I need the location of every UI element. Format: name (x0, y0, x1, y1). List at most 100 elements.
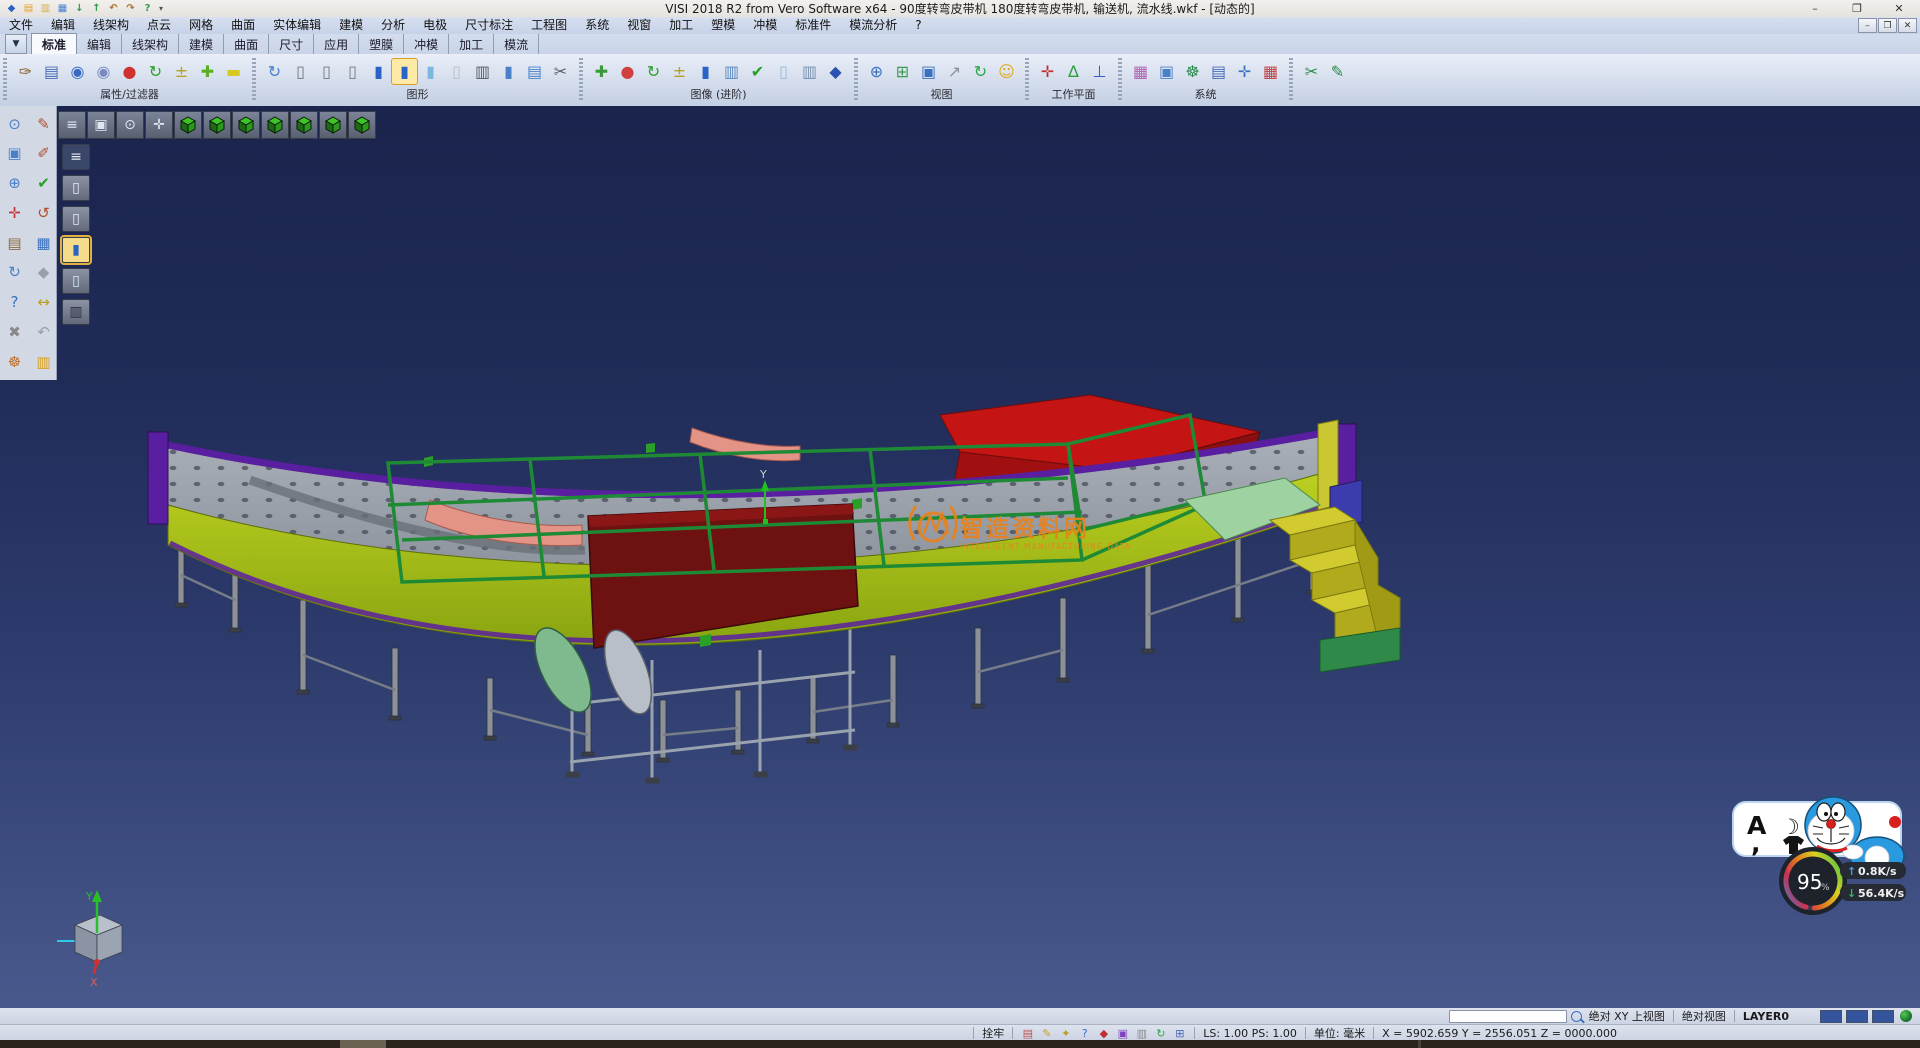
view-top-cube[interactable] (174, 111, 202, 139)
mdi-restore-button[interactable]: ❐ (1878, 18, 1897, 33)
help-question-icon[interactable]: ? (3, 291, 26, 314)
menu-drawing[interactable]: 工程图 (522, 17, 576, 34)
quick-access-dropdown-icon[interactable]: ▾ (155, 4, 167, 13)
selection-config-icon[interactable]: ✛ (1232, 59, 1257, 84)
close-button[interactable]: ✕ (1878, 1, 1920, 17)
regenerate-icon[interactable]: ↻ (3, 261, 26, 284)
view-front-cube[interactable] (232, 111, 260, 139)
toggle-visibility-icon[interactable]: ± (169, 59, 194, 84)
menu-window[interactable]: 视窗 (618, 17, 660, 34)
adv-refresh-icon[interactable]: ↻ (641, 59, 666, 84)
axis-move-icon[interactable]: ✛ (3, 201, 26, 224)
taskbar-edge[interactable] (0, 1040, 1920, 1048)
tab-mold[interactable]: 塑膜 (359, 34, 404, 54)
tab-dropdown-icon[interactable]: ▼ (5, 34, 27, 54)
attr-copy-icon[interactable]: ▤ (39, 59, 64, 84)
snap-rotate-icon[interactable]: ↻ (1153, 1026, 1168, 1040)
toolbar-grip[interactable] (252, 58, 256, 102)
view-menu-icon[interactable]: ≡ (58, 111, 86, 139)
mdi-close-button[interactable]: ✕ (1898, 18, 1917, 33)
open-file-icon[interactable]: ▥ (38, 2, 53, 16)
dashed-hidden-icon[interactable]: ▯ (340, 59, 365, 84)
tab-flow[interactable]: 模流 (494, 34, 539, 54)
menu-mold[interactable]: 塑模 (702, 17, 744, 34)
dynamic-view-icon[interactable]: ⊙ (116, 111, 144, 139)
tab-machining[interactable]: 加工 (449, 34, 494, 54)
color-swatch[interactable] (1820, 1010, 1842, 1023)
menu-mesh[interactable]: 网格 (180, 17, 222, 34)
refresh-visibility-icon[interactable]: ↻ (143, 59, 168, 84)
view-smiley-icon[interactable]: ☺ (994, 59, 1019, 84)
menu-electrode[interactable]: 电极 (414, 17, 456, 34)
zoom-actual-icon[interactable]: ▣ (916, 59, 941, 84)
tab-standard[interactable]: 标准 (31, 33, 77, 54)
minimize-button[interactable]: – (1794, 1, 1836, 17)
wireframe-icon[interactable]: ▯ (288, 59, 313, 84)
dynamic-zoom-icon[interactable]: ⊙ (3, 112, 26, 135)
system-settings-icon[interactable]: ☸ (1180, 59, 1205, 84)
strip-transparent-icon[interactable]: ▯ (62, 268, 90, 294)
absolute-view-label[interactable]: 绝对视图 (1679, 1008, 1729, 1024)
strip-hatched-icon[interactable]: ▥ (62, 299, 90, 325)
menu-flow-analysis[interactable]: 模流分析 (840, 17, 906, 34)
snap-package-icon[interactable]: ◆ (1096, 1026, 1111, 1040)
help-app-icon[interactable]: ? (140, 2, 155, 16)
view-refresh-icon[interactable]: ↻ (968, 59, 993, 84)
view-iso-cube[interactable] (348, 111, 376, 139)
menu-dimension[interactable]: 尺寸标注 (456, 17, 522, 34)
tab-surface[interactable]: 曲面 (224, 34, 269, 54)
workplane-align-icon[interactable]: ⊥ (1087, 59, 1112, 84)
lock-toggle[interactable]: 拴牢 (979, 1025, 1007, 1041)
adv-check-icon[interactable]: ✔ (745, 59, 770, 84)
import-icon[interactable]: ↓ (72, 2, 87, 16)
snap-toggle-icon[interactable]: ✂ (1299, 59, 1324, 84)
transparent-shaded-icon[interactable]: ▮ (418, 59, 443, 84)
strip-wireframe-icon[interactable]: ▯ (62, 175, 90, 201)
color-palette-icon[interactable]: ▦ (1128, 59, 1153, 84)
tab-modeling[interactable]: 建模 (179, 34, 224, 54)
menu-pointcloud[interactable]: 点云 (138, 17, 180, 34)
menu-modeling[interactable]: 建模 (330, 17, 372, 34)
menu-solid-edit[interactable]: 实体编辑 (264, 17, 330, 34)
view-right-cube[interactable] (319, 111, 347, 139)
tab-apply[interactable]: 应用 (314, 34, 359, 54)
menu-analysis[interactable]: 分析 (372, 17, 414, 34)
adv-toggle-icon[interactable]: ± (667, 59, 692, 84)
menu-help[interactable]: ? (906, 17, 930, 34)
adv-hatch-icon[interactable]: ▥ (797, 59, 822, 84)
snap-entity-icon[interactable]: ✎ (1039, 1026, 1054, 1040)
strip-hidden-icon[interactable]: ▯ (62, 206, 90, 232)
workplane-axis-icon[interactable]: ✛ (1035, 59, 1060, 84)
curve-edit-icon[interactable]: ✐ (32, 142, 55, 165)
workplane-create-icon[interactable]: ∆ (1061, 59, 1086, 84)
snap-edit-icon[interactable]: ✎ (1325, 59, 1350, 84)
export-icon[interactable]: ↑ (89, 2, 104, 16)
view-bottom-cube[interactable] (203, 111, 231, 139)
section-cut-icon[interactable]: ✂ (548, 59, 573, 84)
traffic-light-icon[interactable]: ● (117, 59, 142, 84)
snap-grid-icon[interactable]: ▤ (1020, 1026, 1035, 1040)
adv-traffic-icon[interactable]: ● (615, 59, 640, 84)
show-all-icon[interactable]: ✚ (195, 59, 220, 84)
undo-back-icon[interactable]: ↶ (32, 320, 55, 343)
hide-selected-icon[interactable]: ▬ (221, 59, 246, 84)
render-settings-icon[interactable]: ▤ (522, 59, 547, 84)
confirm-check-icon[interactable]: ✔ (32, 172, 55, 195)
toolbar-grip[interactable] (579, 58, 583, 102)
toolbar-grip[interactable] (1025, 58, 1029, 102)
menu-edit[interactable]: 编辑 (42, 17, 84, 34)
toolbar-grip[interactable] (854, 58, 858, 102)
redo-icon[interactable]: ↷ (123, 2, 138, 16)
desktop-widget[interactable]: A ☽ , 95 (1725, 794, 1920, 924)
solid-cube-icon[interactable]: ◆ (32, 261, 55, 284)
zoom-window-icon[interactable]: ▣ (3, 142, 26, 165)
snap-window-icon[interactable]: ⊞ (1172, 1026, 1187, 1040)
view-left-cube[interactable] (290, 111, 318, 139)
menu-file[interactable]: 文件 (0, 17, 42, 34)
layer-indicator[interactable]: LAYER0 (1740, 1010, 1792, 1023)
shaded-wire-icon[interactable]: ▮ (496, 59, 521, 84)
window-style-icon[interactable]: ▣ (1154, 59, 1179, 84)
adv-shaded-icon[interactable]: ▮ (693, 59, 718, 84)
toolbar-grip[interactable] (1118, 58, 1122, 102)
flat-shaded-icon[interactable]: ▯ (444, 59, 469, 84)
